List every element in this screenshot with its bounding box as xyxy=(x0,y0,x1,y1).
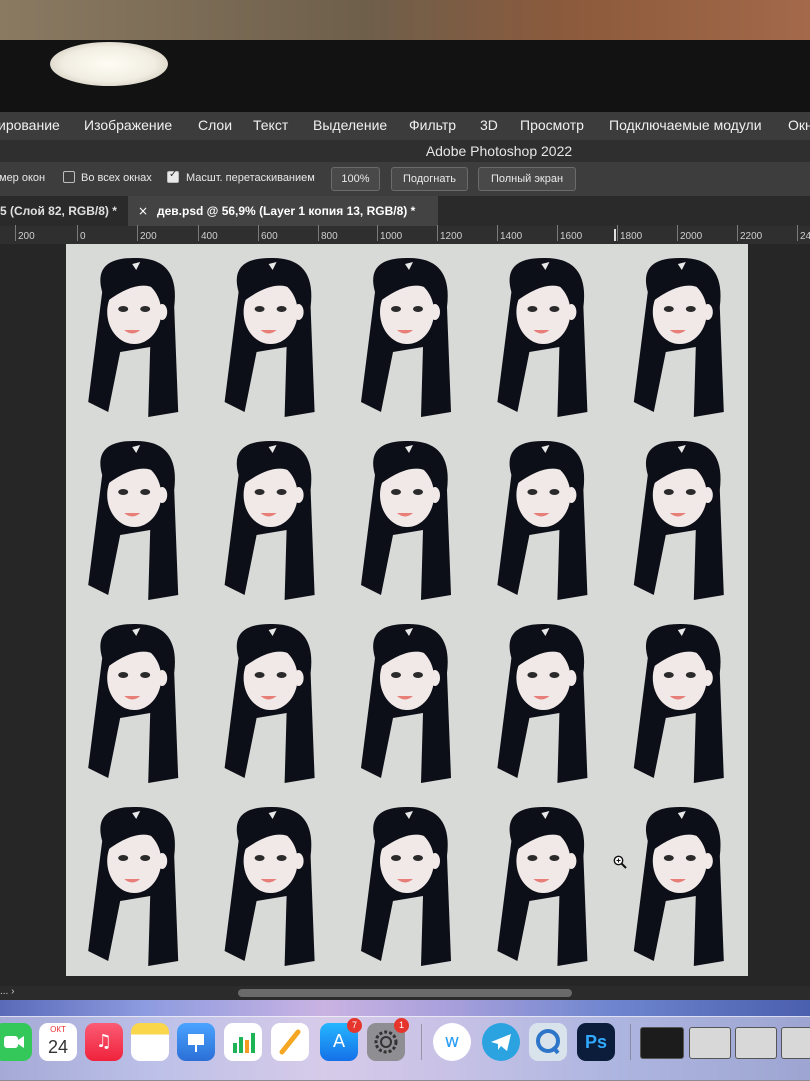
minimized-window-thumbnail[interactable] xyxy=(640,1027,684,1059)
scrubby-zoom-label: Масшт. перетаскиванием xyxy=(186,172,315,184)
lamp-reflection xyxy=(50,42,168,86)
document-canvas[interactable] xyxy=(66,244,748,976)
app-title-bar: Adobe Photoshop 2022 xyxy=(0,140,810,162)
ruler-tick: 1000 xyxy=(376,225,403,242)
ruler-tick: 1200 xyxy=(436,225,463,242)
character-sheet xyxy=(88,257,724,966)
character-head xyxy=(633,440,724,600)
character-head xyxy=(633,257,724,417)
character-head xyxy=(88,623,179,783)
character-head xyxy=(361,440,451,600)
window-size-label: мер окон xyxy=(0,172,46,184)
settings-badge: 1 xyxy=(394,1018,409,1033)
character-head xyxy=(497,440,588,600)
pages-icon[interactable] xyxy=(271,1023,309,1061)
character-head xyxy=(361,806,451,966)
quicktime-icon[interactable] xyxy=(529,1023,567,1061)
all-windows-label: Во всех окнах xyxy=(81,172,152,184)
dock-divider xyxy=(630,1024,631,1060)
character-head xyxy=(224,257,315,417)
dock-divider xyxy=(421,1024,422,1060)
character-head xyxy=(224,440,315,600)
character-head xyxy=(497,806,588,966)
ruler-tick: 2000 xyxy=(676,225,703,242)
photoshop-label: Ps xyxy=(584,1032,608,1052)
character-head xyxy=(88,440,179,600)
menu-edit[interactable]: ирование xyxy=(0,117,60,133)
ruler-tick: 1400 xyxy=(496,225,523,242)
menu-3d[interactable]: 3D xyxy=(480,117,498,133)
ruler-tick: 1600 xyxy=(556,225,583,242)
ruler-tick: 2200 xyxy=(736,225,763,242)
ruler-tick: 800 xyxy=(318,225,338,242)
menu-type[interactable]: Текст xyxy=(253,117,288,133)
ruler-tick: 1800 xyxy=(616,225,643,242)
horizontal-ruler: 200 0 200 400 600 800 1000 1200 1400 160… xyxy=(0,225,810,245)
ruler-cursor-marker xyxy=(614,229,616,241)
status-bar: ... › xyxy=(0,986,15,997)
all-windows-checkbox[interactable] xyxy=(63,171,75,183)
fit-screen-button[interactable]: Подогнать xyxy=(391,167,468,191)
character-head xyxy=(497,623,588,783)
character-head xyxy=(361,257,451,417)
minimized-window-thumbnail[interactable] xyxy=(689,1027,731,1059)
music-icon[interactable]: ♫ xyxy=(85,1023,123,1061)
menu-bar: ирование Изображение Слои Текст Выделени… xyxy=(0,112,810,140)
character-head xyxy=(633,806,724,966)
menu-plugins[interactable]: Подключаемые модули xyxy=(609,117,762,133)
ruler-tick: 24 xyxy=(796,225,810,242)
minimized-window-thumbnail[interactable] xyxy=(735,1027,777,1059)
tab-label: дев.psd @ 56,9% (Layer 1 копия 13, RGB/8… xyxy=(157,204,416,218)
keynote-icon[interactable] xyxy=(177,1023,215,1061)
tab-document-1[interactable]: 5 (Слой 82, RGB/8) * xyxy=(0,196,128,226)
zoom-cursor-icon xyxy=(613,855,627,869)
character-head xyxy=(224,623,315,783)
zoom-100-button[interactable]: 100% xyxy=(331,167,380,191)
menu-select[interactable]: Выделение xyxy=(313,117,387,133)
appstore-badge: 7 xyxy=(347,1018,362,1033)
full-screen-button[interactable]: Полный экран xyxy=(478,167,576,191)
minimized-window-thumbnail[interactable] xyxy=(781,1027,810,1059)
tab-label: 5 (Слой 82, RGB/8) * xyxy=(0,204,117,218)
app-title: Adobe Photoshop 2022 xyxy=(425,143,573,159)
character-head xyxy=(633,623,724,783)
character-head xyxy=(361,623,451,783)
menu-view[interactable]: Просмотр xyxy=(520,117,584,133)
calendar-day: 24 xyxy=(47,1037,69,1057)
character-head xyxy=(497,257,588,417)
wps-icon[interactable]: w xyxy=(433,1023,471,1061)
menu-layers[interactable]: Слои xyxy=(198,117,232,133)
document-tabs: 5 (Слой 82, RGB/8) * × дев.psd @ 56,9% (… xyxy=(0,196,810,226)
tab-document-2[interactable]: × дев.psd @ 56,9% (Layer 1 копия 13, RGB… xyxy=(128,196,438,226)
ruler-tick: 200 xyxy=(137,225,157,242)
scrubby-zoom-checkbox[interactable] xyxy=(167,169,179,183)
numbers-icon[interactable] xyxy=(224,1023,262,1061)
close-icon[interactable]: × xyxy=(138,196,148,226)
ruler-tick: 0 xyxy=(77,225,86,242)
menu-filter[interactable]: Фильтр xyxy=(409,117,456,133)
menu-window[interactable]: Окн xyxy=(788,117,810,133)
ruler-tick: 400 xyxy=(198,225,218,242)
notes-icon[interactable] xyxy=(131,1023,169,1061)
character-head xyxy=(88,257,179,417)
menu-image[interactable]: Изображение xyxy=(84,117,172,133)
horizontal-scrollbar[interactable] xyxy=(238,989,572,997)
character-head xyxy=(88,806,179,966)
telegram-icon[interactable] xyxy=(482,1023,520,1061)
calendar-icon[interactable]: ОКТ 24 xyxy=(39,1023,77,1061)
ruler-tick: 600 xyxy=(258,225,278,242)
photoshop-icon[interactable]: Ps xyxy=(577,1023,615,1061)
ruler-tick: 200 xyxy=(15,225,35,242)
facetime-icon[interactable] xyxy=(0,1023,32,1061)
character-head xyxy=(224,806,315,966)
